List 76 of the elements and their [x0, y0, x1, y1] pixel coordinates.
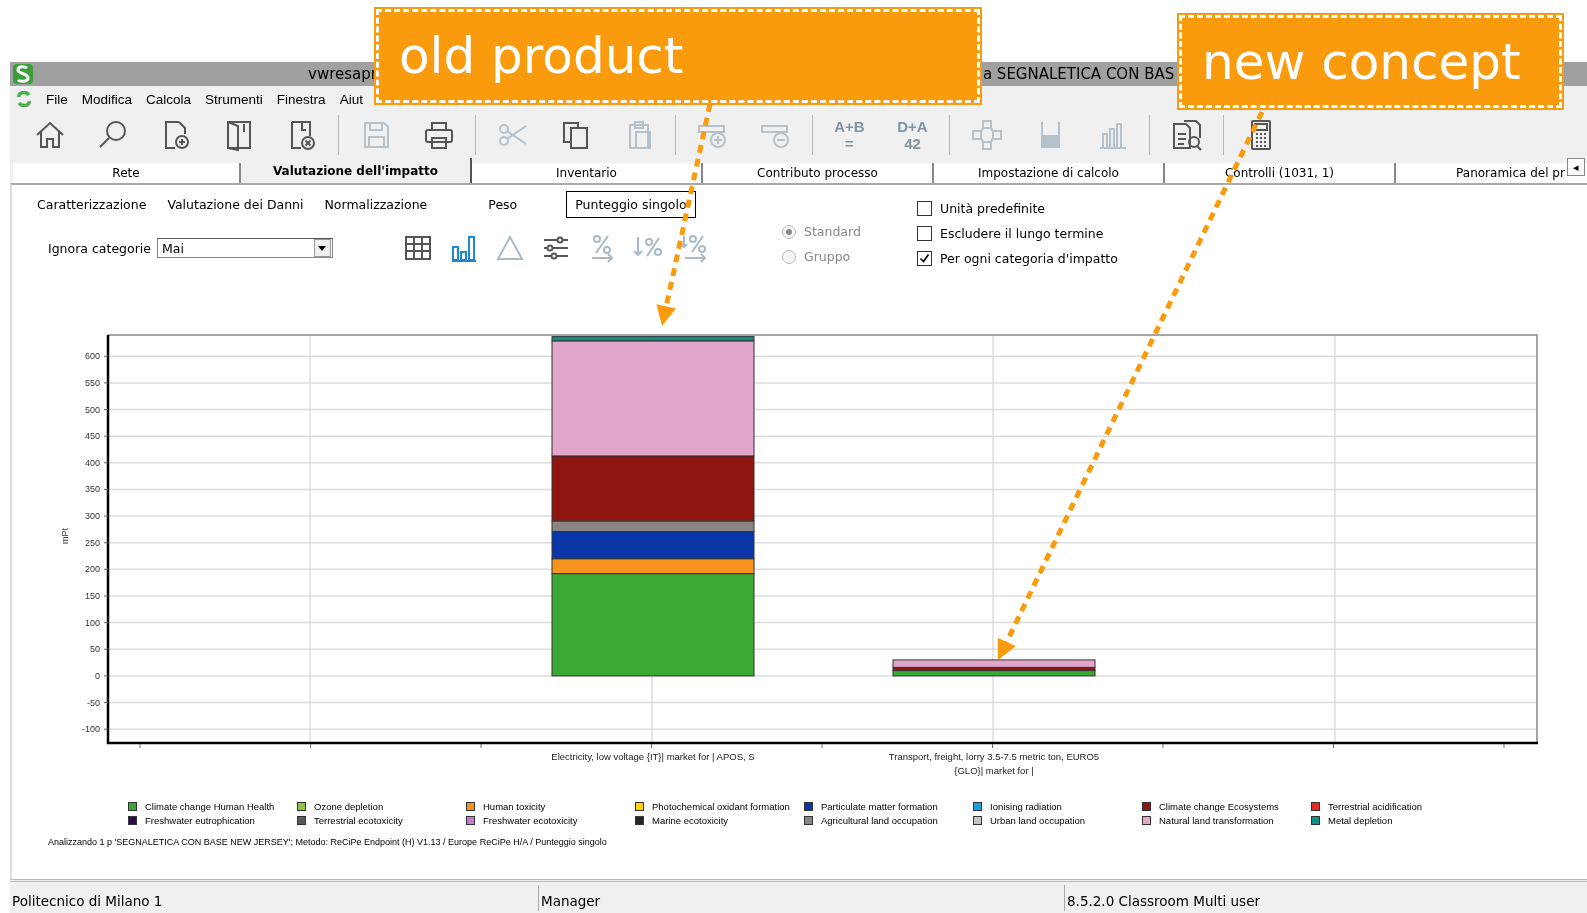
subtab[interactable]: Valutazione dei Danni [158, 191, 313, 218]
legend-label: Marine ecotoxicity [652, 814, 729, 826]
axis-tick-label: -50 [87, 697, 100, 708]
tab[interactable]: Rete [13, 163, 241, 183]
legend-label: Ozone depletion [314, 800, 384, 812]
axis-tick-label: 0 [95, 670, 100, 681]
axis-tick-label: 500 [84, 404, 100, 415]
radio-label: Standard [804, 224, 861, 239]
axis-title: mPt [60, 528, 70, 544]
legend-label: Freshwater eutrophication [145, 814, 255, 826]
bar-chart-icon [449, 233, 479, 263]
status-pane: 8.5.2.0 Classroom Multi user [1064, 885, 1262, 911]
checkbox-label: Escludere il lungo termine [940, 226, 1104, 241]
menu-item[interactable]: Strumenti [198, 91, 270, 107]
axis-tick-label: -100 [82, 724, 100, 735]
analysis-note: Analizzando 1 p 'SEGNALETICA CON BASE NEW JERSEY'; Metodo: ReCiPe Endpoint (H) V1.13 / Europe ReCiPe H/A / Punteggio singolo [47, 837, 608, 847]
axis-tick-label: 100 [84, 617, 100, 628]
triangle-icon [495, 233, 525, 263]
radio-label: Gruppo [804, 249, 851, 264]
checkbox-label: Unità predefinite [940, 201, 1046, 216]
status-pane: Manager [538, 885, 1064, 911]
checkbox-label: Per ogni categoria d'impatto [940, 251, 1118, 266]
checkbox[interactable] [917, 251, 932, 266]
window-title: vwresapr [308, 65, 377, 83]
checkbox[interactable] [917, 201, 932, 216]
legend-label: Agricultural land occupation [821, 814, 938, 826]
legend-label: Urban land occupation [990, 814, 1086, 826]
subtab[interactable]: Punteggio singolo [566, 191, 696, 218]
legend-label: Terrestrial ecotoxicity [314, 814, 403, 826]
axis-tick-label: 250 [84, 537, 100, 548]
table-icon [403, 233, 433, 263]
axis-tick-label: 300 [84, 511, 100, 522]
scroll-left-button[interactable]: ◂ [1567, 158, 1585, 176]
axis-tick-label: 600 [84, 351, 100, 362]
legend-label: Climate change Ecosystems [1159, 800, 1279, 812]
axis-tick-label: 550 [84, 377, 100, 388]
callout-label: new concept [1179, 15, 1562, 108]
axis-tick-label: 400 [84, 457, 100, 468]
legend-label: Climate change Human Health [145, 800, 275, 812]
app-logo-icon [13, 64, 33, 84]
category-label: Transport, freight, lorry 3.5-7.5 metric ton, EURO5 {GLO}| market for | [888, 751, 1100, 776]
subtab[interactable]: Normalizzazione [315, 191, 437, 218]
axis-tick-label: 450 [84, 431, 100, 442]
tab[interactable]: Impostazione di calcolo [934, 163, 1165, 183]
checkbox[interactable] [917, 226, 932, 241]
category-label: Electricity, low voltage {IT}| market for | APOS, S [551, 751, 755, 762]
subtab[interactable]: Peso [479, 191, 527, 218]
category-dropdown[interactable]: Mai [157, 238, 333, 258]
menu-item[interactable]: Aiut [332, 91, 370, 107]
tab[interactable]: Controlli (1031, 1) [1165, 163, 1396, 183]
tab[interactable]: Inventario [472, 163, 703, 183]
legend-label: Ionising radiation [990, 800, 1062, 812]
axis-tick-label: 150 [84, 591, 100, 601]
menu-item[interactable]: Modifica [74, 91, 140, 107]
percent-arrow-icon [679, 233, 709, 263]
axis-tick-label: 50 [90, 644, 100, 655]
menu-item[interactable]: File [39, 91, 75, 107]
menu-item[interactable]: Finestra [269, 91, 333, 107]
legend-label: Freshwater ecotoxicity [483, 814, 578, 826]
legend-label: Metal depletion [1328, 814, 1393, 826]
window-title: a SEGNALETICA CON BAS [982, 65, 1175, 83]
subtab[interactable]: Caratterizzazione [28, 191, 156, 218]
axis-tick-label: 200 [84, 564, 100, 575]
network-icon [969, 118, 1004, 152]
axis-tick-label: 350 [84, 484, 100, 495]
legend-label: Photochemical oxidant formation [652, 800, 790, 812]
legend-label: Human toxicity [483, 800, 546, 812]
legend-label: Particulate matter formation [821, 800, 938, 812]
legend-label: Natural land transformation [1159, 814, 1274, 826]
callout-label: old product [376, 9, 980, 103]
app-logo-icon [15, 91, 33, 107]
field-label: Ignora categorie [48, 240, 151, 256]
legend-label: Terrestrial acidification [1328, 800, 1422, 812]
tab[interactable]: Contributo processo [703, 163, 934, 183]
status-pane: Politecnico di Milano 1 [11, 892, 164, 911]
menu-item[interactable]: Calcola [139, 91, 199, 107]
